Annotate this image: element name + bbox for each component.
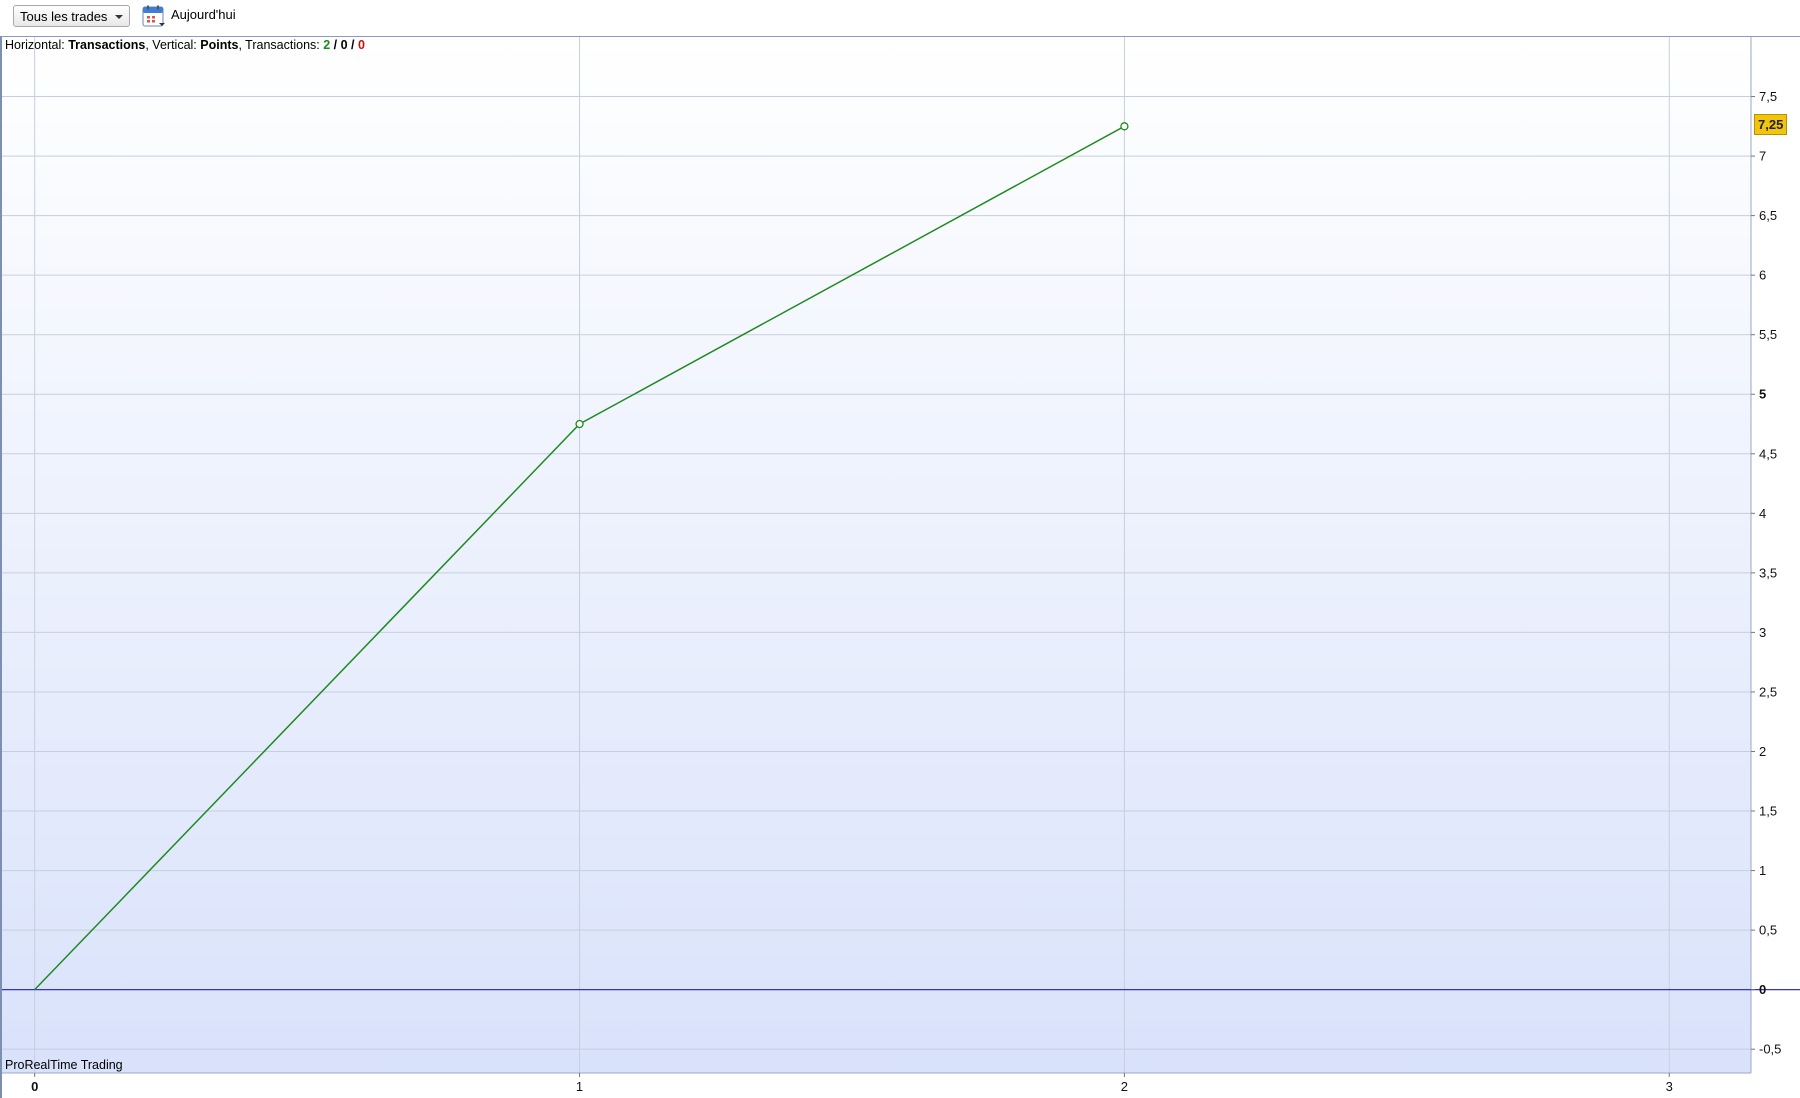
y-tick-label: -0,5 [1759,1042,1781,1057]
y-tick-label: 7 [1759,149,1766,164]
y-tick-label: 5 [1759,387,1766,402]
y-tick-label: 6 [1759,268,1766,283]
y-tick-label: 6,5 [1759,208,1777,223]
calendar-icon[interactable] [142,5,167,29]
y-tick-label: 2 [1759,744,1766,759]
y-tick-label: 0 [1759,982,1766,997]
transactions-label: , Transactions: [238,38,324,52]
y-tick-label: 4,5 [1759,446,1777,461]
y-tick-label: 5,5 [1759,327,1777,342]
x-axis-ticks: 0 1 2 3 [31,1073,1673,1094]
y-tick-label: 4 [1759,506,1766,521]
separator-2: / [347,38,358,52]
y-tick-label: 0,5 [1759,923,1777,938]
brand-label: ProRealTime Trading [5,1058,123,1072]
data-point[interactable] [575,419,584,429]
equity-chart[interactable]: -0,5 0 0,5 1 1,5 2 2,5 3 3,5 4 4,5 5 5,5 6 6,5 7 7,5 0 1 2… [0,36,1800,1098]
x-tick-label: 2 [1121,1079,1128,1094]
y-tick-label: 3 [1759,625,1766,640]
x-tick-label: 0 [31,1079,38,1094]
y-axis-ticks: -0,5 0 0,5 1 1,5 2 2,5 3 3,5 4 4,5 5 5,5 6 6,5 7 7,5 [1751,89,1781,1057]
horizontal-label: Horizontal: [5,38,69,52]
x-tick-label: 1 [576,1079,583,1094]
period-label[interactable]: Aujourd'hui [171,7,236,23]
losing-count: 0 [357,38,365,52]
x-tick-label: 3 [1666,1079,1673,1094]
horizontal-value: Transactions [68,38,146,52]
trade-filter-label: Tous les trades [20,9,108,24]
y-tick-label: 2,5 [1759,684,1777,699]
chart-header: Horizontal: Transactions, Vertical: Poin… [5,38,365,53]
plot-background [2,37,1751,1073]
y-tick-label: 1,5 [1759,804,1777,819]
y-tick-label: 3,5 [1759,565,1777,580]
y-tick-label: 1 [1759,863,1766,878]
chevron-down-icon [115,15,124,19]
vertical-label: , Vertical: [145,38,201,52]
data-point[interactable] [1120,122,1129,131]
y-tick-label: 7,5 [1759,89,1777,104]
toolbar: Tous les trades Aujourd'hui [0,0,1800,36]
neutral-count: 0 [340,38,348,52]
trade-filter-dropdown[interactable]: Tous les trades [13,5,131,27]
separator-1: / [330,38,341,52]
vertical-value: Points [200,38,239,52]
last-value-badge: 7,25 [1754,114,1788,135]
